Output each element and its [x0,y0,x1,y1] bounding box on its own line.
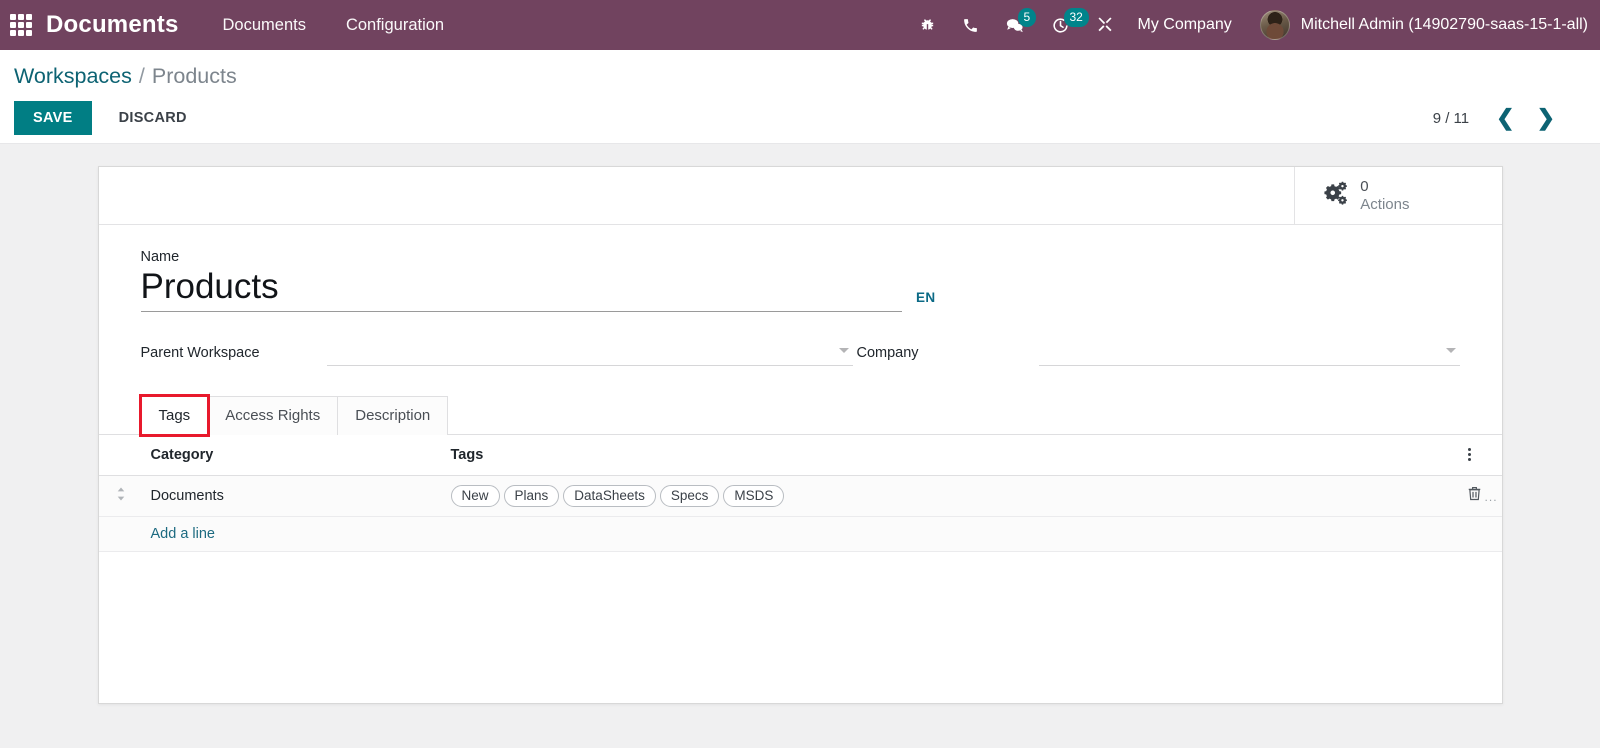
translation-lang-badge[interactable]: EN [916,290,936,305]
name-input[interactable] [140,268,902,312]
tab-tags-label: Tags [158,406,191,424]
messages-icon[interactable]: 5 [1005,7,1037,35]
tags-table-body: Documents New Plans DataSheets Specs MSDS [98,475,1502,552]
table-header-row: Category Tags [98,434,1502,476]
control-panel-actions: SAVE DISCARD 9 / 11 ❮ ❯ [14,101,1582,135]
discard-button[interactable]: DISCARD [104,101,202,135]
parent-workspace-label: Parent Workspace [140,344,260,361]
record-pager: 9 / 11 ❮ ❯ [1433,105,1564,131]
actions-label: Actions [1360,195,1410,213]
add-line-handle-cell [98,516,143,552]
tab-tags[interactable]: Tags [138,393,211,437]
tags-one2many-list: Category Tags Documents New Plans DataSh… [98,434,1502,552]
name-label: Name [140,249,180,265]
notebook-tabs: Tags Access Rights Description [98,393,1502,437]
pager-counter: 9 / 11 [1432,109,1470,127]
tag-pill[interactable]: New [450,484,500,507]
row-tags-cell[interactable]: New Plans DataSheets Specs MSDS [442,475,1460,517]
systray-icons: 5 32 [919,7,1114,35]
row-delete-cell[interactable]: ... [1459,475,1502,517]
developer-tools-icon[interactable] [1096,16,1114,34]
form-body: Name EN Parent Workspace Company [98,225,1502,703]
handle-column-header [98,434,143,476]
breadcrumb-current: Products [151,64,237,88]
form-background: 0 Actions Name EN Parent Workspace [0,144,1600,704]
trash-icon[interactable] [1468,487,1485,505]
breadcrumb: Workspaces / Products [14,64,1582,89]
caret-down-icon [838,347,849,353]
tags-table: Category Tags Documents New Plans DataSh… [98,434,1502,552]
tab-description[interactable]: Description [338,395,449,435]
chevron-left-icon[interactable]: ❮ [1487,105,1523,131]
tags-column-header: Tags [442,434,1460,476]
activities-badge: 32 [1063,7,1089,27]
chevron-right-icon[interactable]: ❯ [1528,105,1564,131]
apps-grid-icon[interactable] [8,12,34,38]
actions-count: 0 [1360,177,1369,195]
main-menu: Documents Configuration [223,16,445,35]
name-field-group: Name EN [140,249,1460,312]
add-line-row: Add a line [98,516,1502,552]
menu-item-documents[interactable]: Documents [223,16,306,35]
name-input-wrapper: EN [140,268,936,312]
vertical-dots-icon[interactable] [1467,448,1471,462]
optional-columns-header [1459,434,1502,476]
tag-pill[interactable]: Plans [503,484,560,507]
tab-description-label: Description [355,406,431,424]
top-navbar: Documents Documents Configuration 5 32 M… [0,0,1600,50]
menu-item-configuration[interactable]: Configuration [346,16,444,35]
actions-stat-text: 0 Actions [1360,178,1409,214]
add-a-line-link[interactable]: Add a line [151,526,216,542]
form-sheet: 0 Actions Name EN Parent Workspace [97,166,1503,704]
tag-pill[interactable]: DataSheets [563,484,656,507]
row-category-cell[interactable]: Documents [142,475,443,517]
parent-workspace-group: Parent Workspace [141,340,853,366]
avatar [1259,10,1290,40]
actions-stat-button[interactable]: 0 Actions [1294,167,1501,224]
field-columns: Parent Workspace Company [141,340,1460,366]
parent-workspace-input[interactable] [326,340,853,366]
gears-icon [1321,180,1349,211]
user-menu[interactable]: Mitchell Admin (14902790-saas-15-1-all) [1259,10,1588,40]
tag-pill[interactable]: Specs [659,484,720,507]
breadcrumb-root[interactable]: Workspaces [14,64,132,89]
activities-clock-icon[interactable]: 32 [1051,7,1089,35]
company-label: Company [856,344,919,361]
caret-down-icon [1445,347,1456,353]
company-switcher[interactable]: My Company [1138,16,1232,34]
user-name-label: Mitchell Admin (14902790-saas-15-1-all) [1300,16,1588,33]
row-delete-suffix: ... [1484,490,1498,505]
phone-icon[interactable] [962,17,979,34]
company-group: Company [853,340,1460,366]
company-input[interactable] [1038,340,1460,366]
bug-icon[interactable] [919,17,936,34]
drag-handle-icon[interactable] [98,475,143,517]
breadcrumb-separator: / [138,64,145,88]
control-panel: Workspaces / Products SAVE DISCARD 9 / 1… [0,50,1600,144]
tab-access-rights[interactable]: Access Rights [208,395,339,435]
tag-pill[interactable]: MSDS [723,484,785,507]
table-row[interactable]: Documents New Plans DataSheets Specs MSDS [98,475,1502,517]
app-brand-title[interactable]: Documents [46,11,179,39]
save-button[interactable]: SAVE [14,101,92,135]
stat-button-bar: 0 Actions [98,167,1502,225]
tags-table-head: Category Tags [98,434,1502,476]
category-column-header: Category [142,434,443,476]
add-line-cell: Add a line [142,516,1502,552]
notebook: Tags Access Rights Description Category … [98,393,1502,552]
tab-access-rights-label: Access Rights [225,406,321,424]
messages-badge: 5 [1017,7,1037,27]
